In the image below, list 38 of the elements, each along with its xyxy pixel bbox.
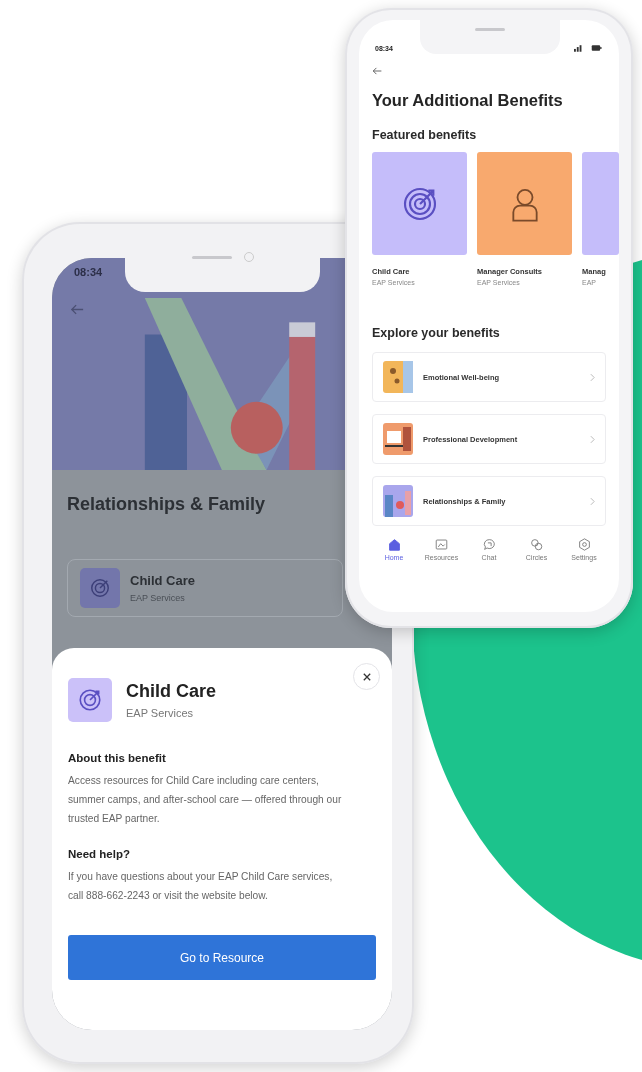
speaker-grille (191, 256, 232, 259)
status-time: 08:34 (74, 266, 103, 278)
benefit-tile[interactable] (582, 152, 619, 255)
section-heading: Featured benefits (372, 128, 478, 142)
thumbnail-image (383, 361, 413, 393)
chat-bubble-icon (482, 538, 496, 551)
section-heading: About this benefit (68, 752, 167, 764)
chevron-right-icon (590, 372, 595, 382)
back-arrow-icon[interactable] (70, 304, 84, 315)
section-heading: Need help? (68, 848, 131, 860)
benefit-tile[interactable] (477, 152, 572, 255)
screen-title: Your Additional Benefits (372, 91, 564, 110)
chevron-right-icon (590, 496, 595, 506)
target-icon (80, 568, 120, 608)
benefit-tile[interactable] (372, 152, 467, 255)
status-icons (574, 44, 602, 52)
benefit-card[interactable]: Child Care EAP Services (67, 559, 343, 617)
overlapping-circles-icon (530, 538, 543, 551)
thumbnail-image (383, 485, 413, 517)
picture-frame-icon (435, 538, 448, 551)
sheet-subtitle: EAP Services (126, 707, 195, 719)
section-heading: Explore your benefits (372, 326, 501, 340)
section-text: Access resources for Child Care including care centers, summer camps, and after-school care — offered through our trusted EAP partner. (68, 774, 343, 826)
chevron-right-icon (590, 434, 595, 444)
card-subtitle: EAP Services (130, 593, 186, 603)
page-title: Relationships & Family (66, 493, 267, 515)
sheet-title: Child Care (126, 681, 217, 702)
section-text: If you have questions about your EAP Child Care services, call 888-662-2243 or visit the website below. (68, 870, 334, 903)
back-arrow-icon[interactable] (372, 67, 382, 75)
target-icon (68, 678, 112, 722)
go-to-resource-button[interactable]: Go to Resource (68, 935, 376, 980)
close-button[interactable] (353, 663, 380, 690)
settings-icon (577, 538, 591, 551)
close-icon (362, 672, 371, 681)
card-title: Child Care (130, 573, 195, 588)
speaker-grille (475, 28, 505, 31)
thumbnail-image (383, 423, 413, 455)
home-icon (387, 538, 401, 551)
